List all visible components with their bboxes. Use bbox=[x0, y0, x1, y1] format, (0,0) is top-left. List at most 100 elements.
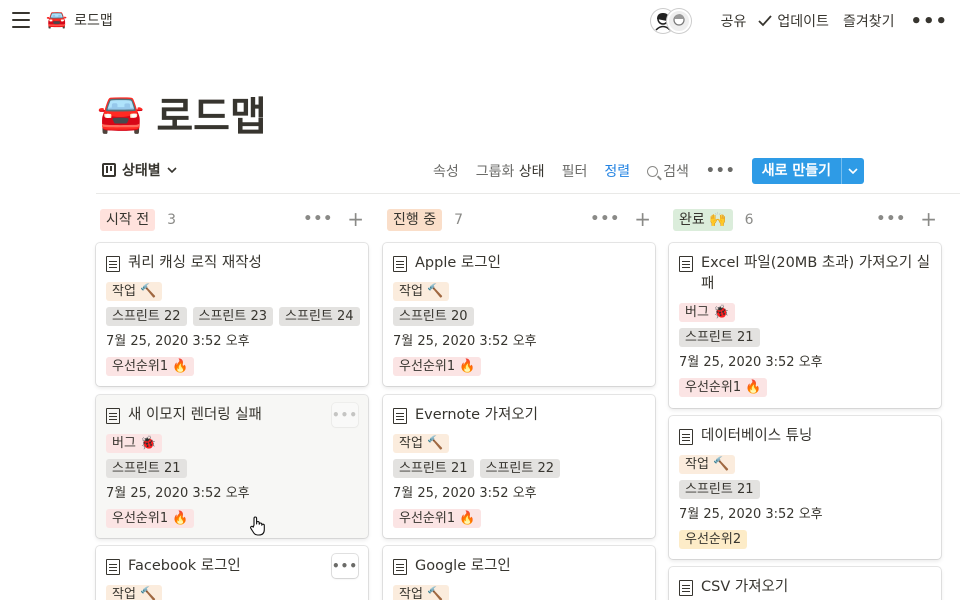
hand-pointer-icon bbox=[250, 516, 265, 536]
new-button[interactable]: 새로 만들기 bbox=[751, 158, 864, 184]
type-tag: 작업 🔨 bbox=[393, 282, 450, 301]
card-more-icon[interactable]: ••• bbox=[332, 403, 358, 427]
search-icon bbox=[647, 165, 659, 177]
type-tag: 버그 🐞 bbox=[106, 434, 163, 453]
chevron-down-icon[interactable] bbox=[842, 158, 864, 184]
toolbar-divider bbox=[96, 193, 960, 194]
updates-label: 업데이트 bbox=[777, 14, 829, 30]
share-button[interactable]: 공유 bbox=[721, 11, 747, 31]
car-icon: 🚘 bbox=[97, 90, 145, 135]
type-tag: 작업 🔨 bbox=[106, 282, 163, 301]
filter-button[interactable]: 필터 bbox=[562, 161, 588, 181]
sprint-tag: 스프린트 22 bbox=[479, 459, 561, 478]
board-card[interactable]: 데이터베이스 튜닝 작업 🔨 스프린트 21 7월 25, 2020 3:52 … bbox=[669, 416, 941, 559]
group-label: 그룹화 bbox=[475, 164, 515, 180]
card-title: Google 로그인 bbox=[415, 558, 511, 574]
sprint-tag: 스프린트 21 bbox=[679, 328, 760, 347]
type-tag: 작업 🔨 bbox=[393, 434, 450, 453]
column-count: 6 bbox=[744, 212, 754, 228]
sprint-tag: 스프린트 23 bbox=[192, 307, 274, 326]
card-title: 새 이모지 렌더링 실패 bbox=[128, 407, 262, 423]
card-date: 7월 25, 2020 3:52 오후 bbox=[106, 486, 250, 501]
priority-tag: 우선순위1 🔥 bbox=[393, 357, 482, 376]
page-icon bbox=[393, 559, 407, 575]
card-title: Apple 로그인 bbox=[415, 255, 501, 271]
column-more-icon[interactable]: ••• bbox=[590, 211, 620, 227]
card-title: Evernote 가져오기 bbox=[415, 407, 539, 423]
priority-tag: 우선순위1 🔥 bbox=[393, 509, 482, 528]
group-button[interactable]: 그룹화 상태 bbox=[476, 161, 545, 181]
sprint-tag: 스프린트 21 bbox=[393, 459, 474, 478]
status-pill[interactable]: 시작 전 bbox=[100, 209, 156, 231]
column-more-icon[interactable]: ••• bbox=[303, 211, 333, 227]
card-title: CSV 가져오기 bbox=[701, 579, 789, 595]
sprint-tag: 스프린트 21 bbox=[679, 480, 760, 499]
priority-tag: 우선순위2 bbox=[679, 530, 748, 549]
car-icon: 🚘 bbox=[46, 10, 68, 30]
view-selector[interactable]: 상태별 bbox=[102, 160, 177, 180]
menu-icon[interactable] bbox=[12, 12, 30, 28]
page-title[interactable]: 🚘 로드맵 bbox=[97, 84, 267, 142]
column-more-icon[interactable]: ••• bbox=[876, 211, 906, 227]
board-card[interactable]: Apple 로그인 작업 🔨 스프린트 20 7월 25, 2020 3:52 … bbox=[383, 243, 655, 386]
status-pill[interactable]: 진행 중 bbox=[387, 209, 443, 231]
page-icon bbox=[393, 408, 407, 424]
add-card-icon[interactable]: + bbox=[347, 209, 364, 229]
add-card-icon[interactable]: + bbox=[634, 209, 651, 229]
status-pill[interactable]: 완료 🙌 bbox=[673, 209, 733, 231]
board-column-in-progress: 진행 중 7 ••• + bbox=[383, 206, 655, 234]
properties-button[interactable]: 속성 bbox=[433, 161, 459, 181]
page-icon bbox=[106, 559, 120, 575]
type-tag: 작업 🔨 bbox=[679, 455, 736, 474]
column-header: 완료 🙌 6 ••• + bbox=[669, 206, 941, 234]
page-title-text: 로드맵 bbox=[156, 94, 267, 140]
favorite-button[interactable]: 즐겨찾기 bbox=[843, 11, 895, 31]
type-tag: 작업 🔨 bbox=[106, 585, 163, 600]
breadcrumb[interactable]: 🚘 로드맵 bbox=[46, 10, 113, 30]
more-menu-icon[interactable]: ••• bbox=[910, 11, 948, 32]
sprint-tag: 스프린트 24 bbox=[279, 307, 360, 326]
board-card[interactable]: 쿼리 캐싱 로직 재작성 작업 🔨 스프린트 22 스프린트 23 스프린트 2… bbox=[96, 243, 368, 386]
page-icon bbox=[679, 429, 693, 445]
card-date: 7월 25, 2020 3:52 오후 bbox=[679, 355, 823, 370]
priority-tag: 우선순위1 🔥 bbox=[106, 509, 195, 528]
new-button-label: 새로 만들기 bbox=[752, 158, 842, 184]
view-toolbar: 상태별 속성 그룹화 상태 필터 정렬 검색 ••• 새로 만들기 bbox=[96, 156, 864, 186]
collaborator-avatars[interactable] bbox=[650, 9, 691, 33]
board-card[interactable]: Excel 파일(20MB 초과) 가져오기 실패 버그 🐞 스프린트 21 7… bbox=[669, 243, 941, 408]
priority-tag: 우선순위1 🔥 bbox=[106, 357, 195, 376]
board-card[interactable]: Evernote 가져오기 작업 🔨 스프린트 21 스프린트 22 7월 25… bbox=[383, 395, 655, 538]
card-more-icon[interactable]: ••• bbox=[332, 554, 358, 578]
board-view-icon bbox=[102, 163, 116, 177]
column-header: 시작 전 3 ••• + bbox=[96, 206, 368, 234]
column-count: 7 bbox=[454, 212, 464, 228]
add-card-icon[interactable]: + bbox=[920, 209, 937, 229]
sort-button[interactable]: 정렬 bbox=[604, 161, 630, 181]
page-icon bbox=[106, 256, 120, 272]
sprint-tag: 스프린트 22 bbox=[106, 307, 187, 326]
group-value: 상태 bbox=[518, 164, 545, 180]
avatar bbox=[666, 9, 691, 33]
search-label: 검색 bbox=[663, 164, 689, 180]
updates-button[interactable]: 업데이트 bbox=[758, 11, 829, 31]
chevron-down-icon bbox=[167, 167, 177, 173]
page-icon bbox=[679, 580, 693, 596]
board-card[interactable]: CSV 가져오기 bbox=[669, 567, 941, 600]
page-icon bbox=[106, 408, 120, 424]
search-button[interactable]: 검색 bbox=[647, 161, 689, 181]
top-bar: 🚘 로드맵 공유 업데이트 즐겨찾기 ••• bbox=[0, 0, 960, 42]
breadcrumb-title: 로드맵 bbox=[74, 13, 113, 29]
board-card[interactable]: ••• Facebook 로그인 작업 🔨 bbox=[96, 546, 368, 600]
card-title: Facebook 로그인 bbox=[128, 558, 241, 574]
card-title: 데이터베이스 튜닝 bbox=[701, 428, 813, 444]
view-more-icon[interactable]: ••• bbox=[706, 163, 736, 179]
type-tag: 버그 🐞 bbox=[679, 303, 736, 322]
board-card[interactable]: Google 로그인 작업 🔨 bbox=[383, 546, 655, 600]
priority-tag: 우선순위1 🔥 bbox=[679, 378, 768, 397]
type-tag: 작업 🔨 bbox=[393, 585, 450, 600]
check-icon bbox=[758, 15, 773, 27]
board-column-done: 완료 🙌 6 ••• + bbox=[669, 206, 941, 234]
board-card[interactable]: ••• 새 이모지 렌더링 실패 버그 🐞 스프린트 21 7월 25, 202… bbox=[96, 395, 368, 538]
card-date: 7월 25, 2020 3:52 오후 bbox=[679, 507, 823, 522]
view-name: 상태별 bbox=[122, 163, 161, 179]
